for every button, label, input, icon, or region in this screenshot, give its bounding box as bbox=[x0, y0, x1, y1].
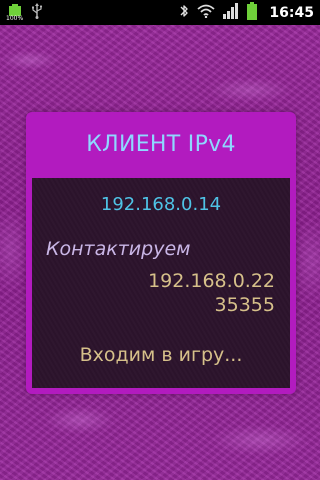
battery-percent-label: 100% bbox=[6, 14, 24, 22]
status-bar-left: 100% bbox=[6, 2, 43, 23]
battery-charging-icon bbox=[247, 1, 258, 24]
battery-full-icon: 100% bbox=[6, 3, 24, 22]
status-bar: 100% 16:45 bbox=[0, 0, 320, 25]
contact-port: 35355 bbox=[214, 294, 275, 316]
client-dialog: КЛИЕНТ IPv4 192.168.0.14 Контактируем 19… bbox=[26, 112, 296, 394]
dialog-content: 192.168.0.14 Контактируем 192.168.0.22 3… bbox=[32, 178, 290, 388]
dialog-title: КЛИЕНТ IPv4 bbox=[86, 131, 236, 157]
wifi-icon bbox=[197, 3, 216, 22]
screen: 100% 16:45 КЛИЕНТ IPv4 192.168.0.14 Конт… bbox=[0, 0, 320, 480]
bluetooth-icon bbox=[179, 3, 189, 23]
status-time: 16:45 bbox=[269, 4, 314, 21]
status-bar-right: 16:45 bbox=[179, 1, 314, 24]
signal-icon bbox=[223, 2, 239, 23]
contact-label: Контактируем bbox=[46, 238, 191, 260]
usb-icon bbox=[31, 2, 43, 23]
status-message: Входим в игру... bbox=[79, 344, 243, 366]
contact-ip: 192.168.0.22 bbox=[148, 270, 275, 292]
server-ip: 192.168.0.14 bbox=[100, 194, 222, 215]
